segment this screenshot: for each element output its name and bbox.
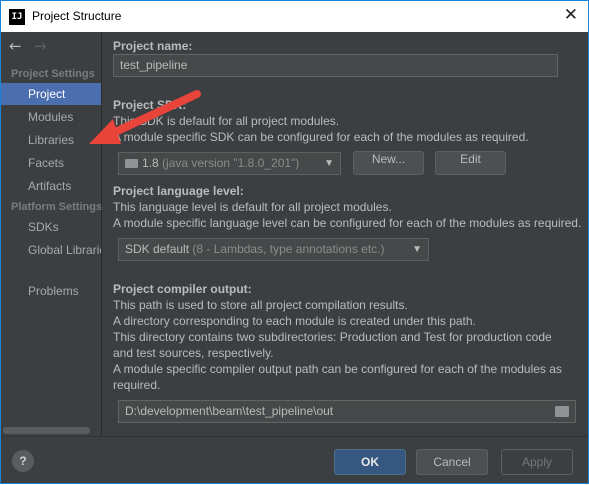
- sidebar-scrollbar[interactable]: [3, 427, 90, 434]
- close-icon[interactable]: ✕: [564, 5, 578, 25]
- window-title: Project Structure: [32, 9, 122, 23]
- sdk-selected-detail: (java version "1.8.0_201"): [162, 156, 300, 170]
- project-sdk-desc-1: This SDK is default for all project modu…: [113, 114, 340, 128]
- apply-button[interactable]: Apply: [501, 449, 573, 475]
- sidebar-item-sdks[interactable]: SDKs: [1, 216, 101, 238]
- language-level-value: SDK default: [125, 242, 190, 256]
- sidebar-item-artifacts[interactable]: Artifacts: [1, 175, 101, 197]
- intellij-icon: IJ: [9, 9, 25, 25]
- compiler-output-line-4: and test sources, respectively.: [113, 346, 274, 360]
- language-level-detail: (8 - Lambdas, type annotations etc.): [192, 242, 385, 256]
- language-level-desc-1: This language level is default for all p…: [113, 200, 392, 214]
- back-arrow-icon[interactable]: ←: [9, 37, 22, 55]
- project-name-field[interactable]: test_pipeline: [113, 54, 558, 77]
- ok-button[interactable]: OK: [334, 449, 406, 475]
- language-level-dropdown[interactable]: SDK default (8 - Lambdas, type annotatio…: [118, 238, 429, 261]
- compiler-output-line-5: A module specific compiler output path c…: [113, 362, 562, 376]
- sidebar-item-facets[interactable]: Facets: [1, 152, 101, 174]
- sdk-folder-icon: [125, 159, 138, 168]
- title-bar: IJ Project Structure ✕: [1, 1, 588, 32]
- sidebar: ← → Project Settings Project Modules Lib…: [1, 32, 102, 436]
- chevron-down-icon: ▼: [324, 158, 334, 169]
- sidebar-item-libraries[interactable]: Libraries: [1, 129, 101, 151]
- sidebar-item-problems[interactable]: Problems: [1, 280, 101, 302]
- compiler-output-line-6: required.: [113, 378, 161, 392]
- project-sdk-label: Project SDK:: [113, 98, 187, 112]
- dialog-footer: ? OK Cancel Apply: [1, 436, 588, 483]
- compiler-output-line-2: A directory corresponding to each module…: [113, 314, 476, 328]
- sidebar-item-global-libraries[interactable]: Global Libraries: [1, 239, 101, 261]
- chevron-down-icon: ▼: [412, 244, 422, 255]
- help-icon[interactable]: ?: [12, 450, 34, 472]
- project-settings-header: Project Settings: [11, 68, 95, 80]
- sdk-selected-value: 1.8: [142, 156, 159, 170]
- sidebar-item-project[interactable]: Project: [1, 83, 101, 105]
- edit-sdk-button[interactable]: Edit: [435, 151, 506, 175]
- language-level-label: Project language level:: [113, 184, 244, 198]
- language-level-desc-2: A module specific language level can be …: [113, 216, 582, 230]
- project-settings-panel: Project name: test_pipeline Project SDK:…: [102, 32, 588, 436]
- project-name-label: Project name:: [113, 39, 193, 53]
- compiler-output-path-field[interactable]: D:\development\beam\test_pipeline\out: [118, 400, 576, 423]
- platform-settings-header: Platform Settings: [11, 201, 102, 213]
- forward-arrow-icon[interactable]: →: [34, 37, 47, 55]
- compiler-output-line-1: This path is used to store all project c…: [113, 298, 408, 312]
- new-sdk-button[interactable]: New...: [353, 151, 424, 175]
- compiler-output-line-3: This directory contains two subdirectori…: [113, 330, 552, 344]
- project-structure-dialog: IJ Project Structure ✕ ← → Project Setti…: [0, 0, 589, 484]
- project-sdk-dropdown[interactable]: 1.8 (java version "1.8.0_201") ▼: [118, 152, 341, 175]
- folder-browse-icon[interactable]: [555, 406, 569, 417]
- compiler-output-label: Project compiler output:: [113, 282, 252, 296]
- project-sdk-desc-2: A module specific SDK can be configured …: [113, 130, 529, 144]
- sidebar-item-modules[interactable]: Modules: [1, 106, 101, 128]
- compiler-output-path: D:\development\beam\test_pipeline\out: [125, 404, 334, 418]
- cancel-button[interactable]: Cancel: [416, 449, 488, 475]
